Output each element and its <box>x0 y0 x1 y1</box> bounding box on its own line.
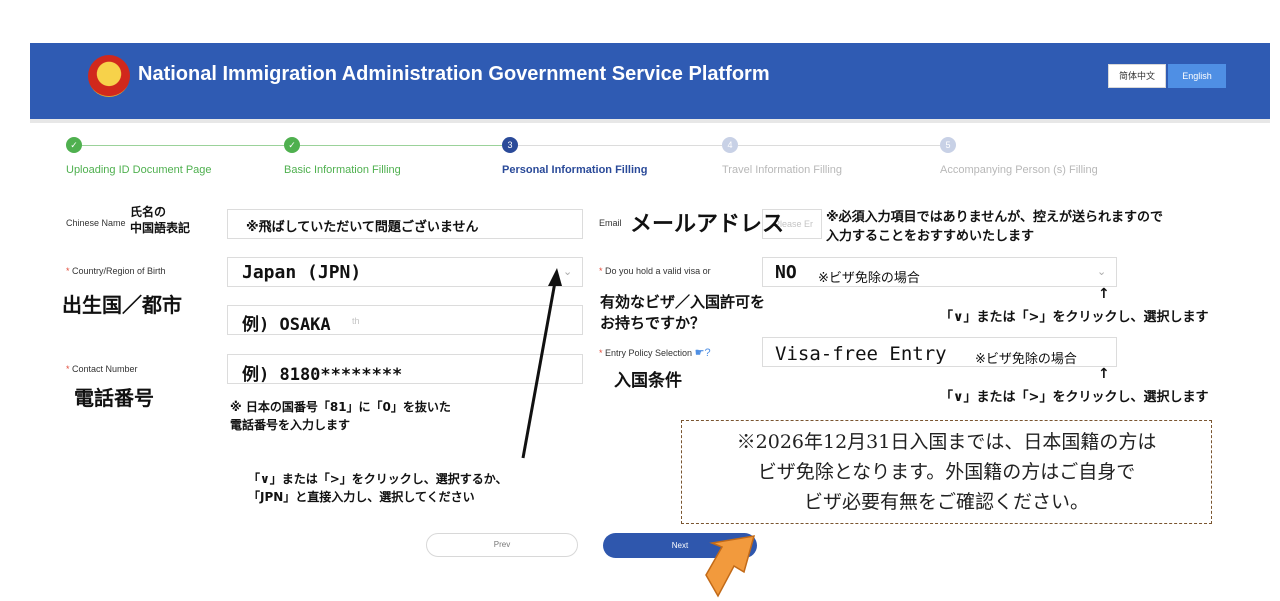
orange-cursor-arrow-icon <box>705 535 756 598</box>
annotation-arrows <box>521 268 756 598</box>
pointer-arrow-line <box>521 281 557 459</box>
pointer-arrow-head-icon <box>548 268 562 286</box>
